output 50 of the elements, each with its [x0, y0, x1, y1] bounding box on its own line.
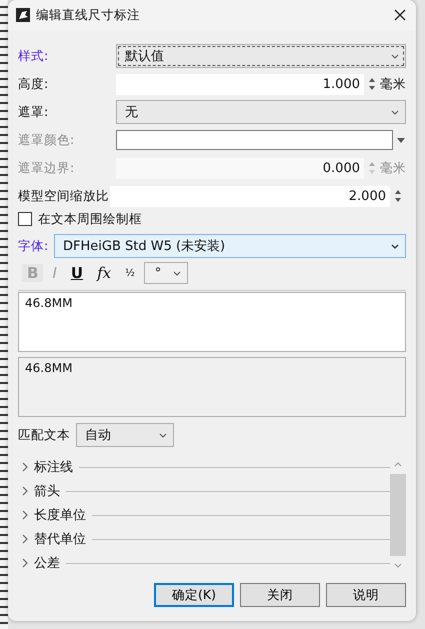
- field-label: 字体:: [18, 238, 50, 254]
- chevron-icon: [172, 270, 181, 276]
- field-label: 样式:: [18, 48, 50, 64]
- number-field[interactable]: 1.000: [116, 74, 364, 94]
- chevron-icon: [22, 558, 28, 568]
- field-label: 高度:: [18, 76, 50, 92]
- section-header[interactable]: 公差: [18, 551, 390, 575]
- unit-label: 毫米: [380, 76, 406, 92]
- underline-button[interactable]: U: [66, 264, 88, 282]
- dialog-button[interactable]: 关闭: [240, 583, 320, 607]
- text-preview: 46.8MM: [18, 357, 406, 417]
- field-label: 模型空间缩放比: [18, 188, 110, 204]
- section-header[interactable]: 长度单位: [18, 503, 390, 527]
- chevron-icon: [22, 534, 28, 544]
- section-header[interactable]: 箭头: [18, 479, 390, 503]
- field-label: 匹配文本: [18, 426, 71, 444]
- chevron-icon: [22, 510, 28, 520]
- symbol-dropdown[interactable]: °: [144, 262, 188, 284]
- window-title: 编辑直线尺寸标注: [36, 6, 141, 24]
- fx-button[interactable]: fx: [92, 264, 116, 282]
- scroll-down-icon[interactable]: [394, 563, 402, 568]
- field-label: 遮罩边界:: [18, 160, 76, 176]
- dialog-button[interactable]: 说明: [326, 583, 406, 607]
- chevron-icon: [391, 54, 399, 58]
- section-header[interactable]: 替代单位: [18, 527, 390, 551]
- scroll-up-icon[interactable]: [394, 462, 402, 467]
- dropdown[interactable]: 默认值: [116, 44, 406, 68]
- checkbox-label: 在文本周围绘制框: [38, 210, 142, 228]
- field-label: 遮罩颜色:: [18, 132, 76, 148]
- dialog-button[interactable]: 确定(K): [154, 583, 234, 607]
- chevron-icon: [159, 432, 167, 438]
- app-icon: [16, 8, 30, 22]
- section-header[interactable]: 标注线: [18, 455, 390, 479]
- fraction-button[interactable]: ½: [120, 268, 140, 278]
- dropdown[interactable]: 自动: [76, 423, 174, 447]
- chevron-icon: [391, 244, 399, 248]
- dropdown-arrow-icon[interactable]: [397, 138, 405, 142]
- unit-label: 毫米: [380, 160, 406, 176]
- chevron-icon: [22, 486, 28, 496]
- text-input[interactable]: 46.8MM: [18, 292, 406, 352]
- field-label: 遮罩:: [18, 104, 50, 120]
- checkbox[interactable]: [18, 212, 32, 226]
- color-field[interactable]: [116, 130, 393, 150]
- close-icon[interactable]: [394, 9, 406, 21]
- scroll-thumb[interactable]: [390, 474, 406, 556]
- chevron-icon: [22, 462, 28, 472]
- chevron-icon: [391, 110, 399, 114]
- number-field[interactable]: 2.000: [110, 186, 390, 206]
- dropdown[interactable]: 无: [116, 100, 406, 124]
- font-dropdown[interactable]: DFHeiGB Std W5 (未安装): [54, 234, 406, 258]
